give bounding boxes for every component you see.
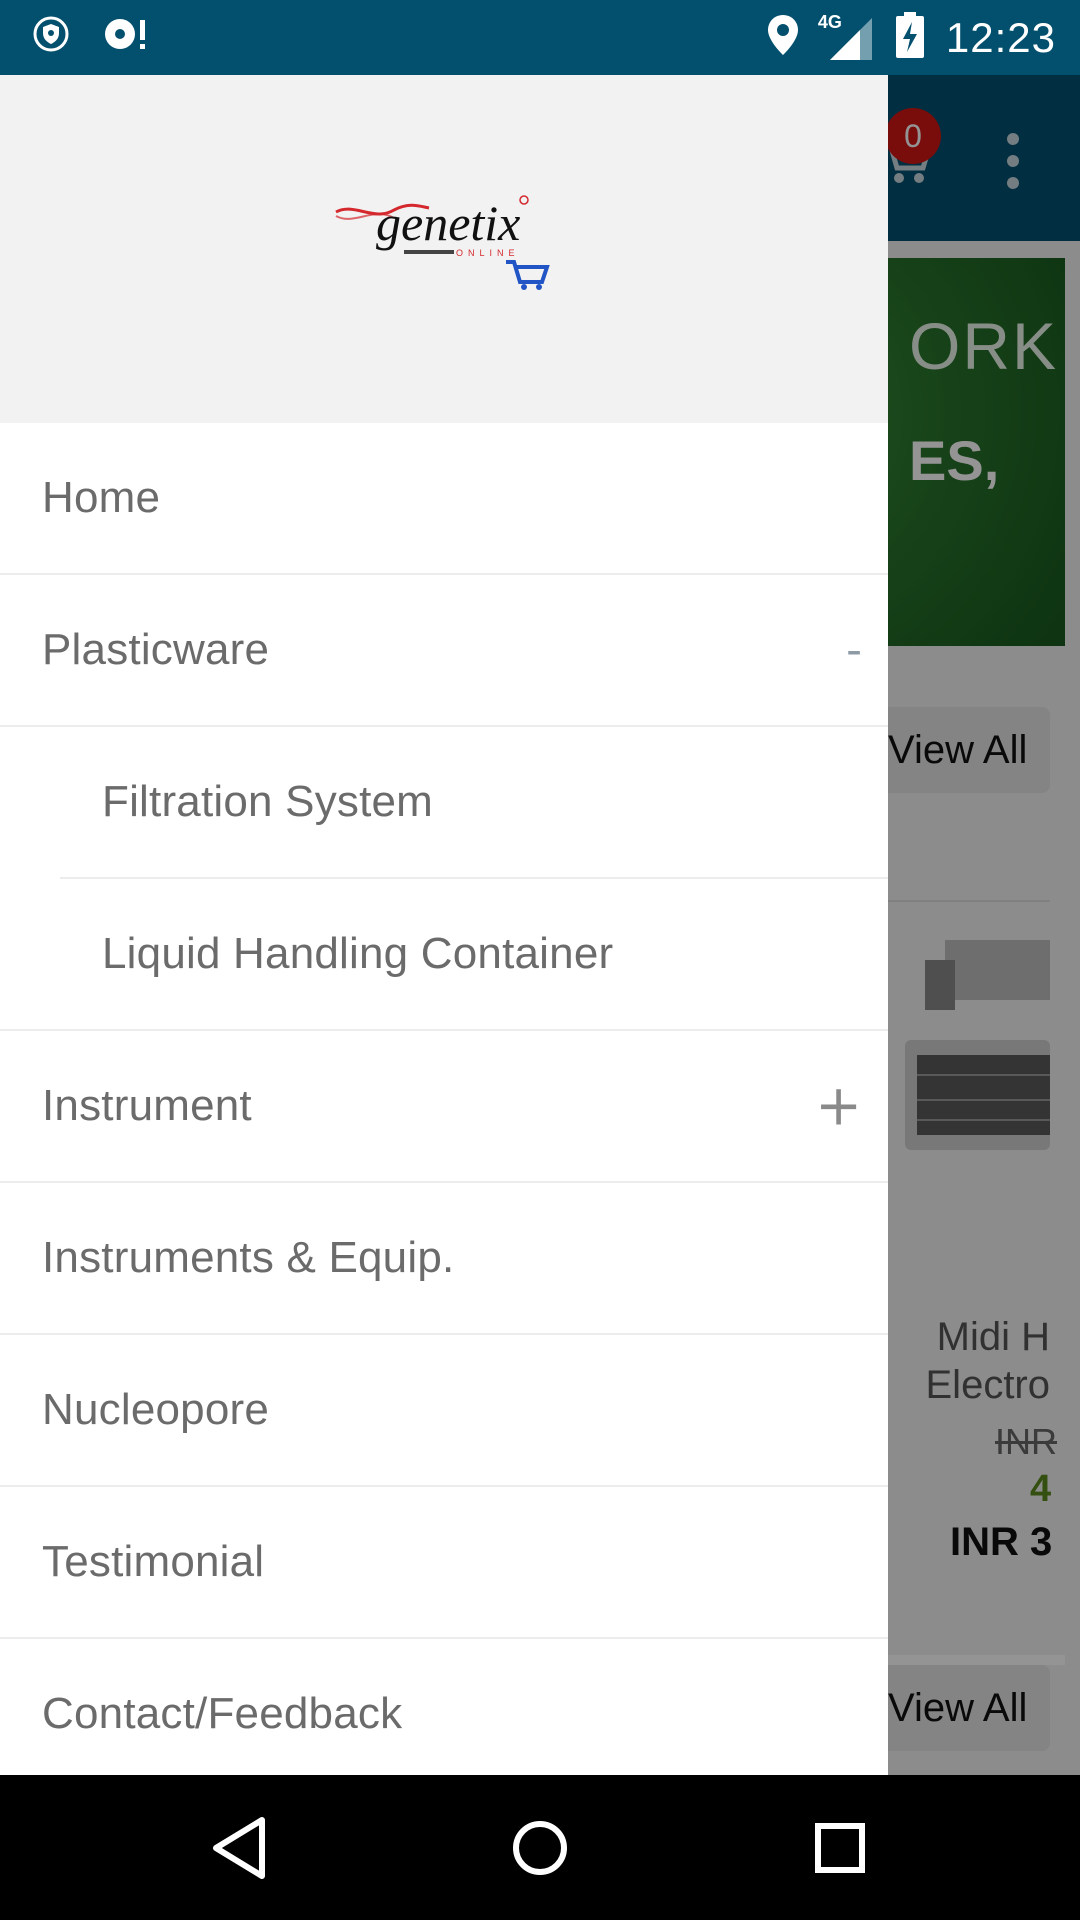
signal-icon: 4G [818, 12, 874, 62]
genetix-logo: genetix ONLINE [334, 192, 556, 292]
system-nav-bar [0, 1775, 1080, 1920]
svg-text:ONLINE: ONLINE [456, 248, 520, 258]
menu-item-instruments-equip[interactable]: Instruments & Equip. [0, 1183, 888, 1335]
menu-item-instrument[interactable]: Instrument + [0, 1031, 888, 1183]
menu-item-testimonial[interactable]: Testimonial [0, 1487, 888, 1639]
menu-item-label: Testimonial [42, 1537, 265, 1586]
status-bar: 4G 12:23 [0, 0, 1080, 75]
menu-item-label: Home [42, 473, 161, 522]
drawer-header: genetix ONLINE [0, 75, 888, 423]
location-icon [766, 13, 800, 62]
menu-item-label: Instrument [42, 1081, 252, 1130]
menu-item-nucleopore[interactable]: Nucleopore [0, 1335, 888, 1487]
menu-item-label: Liquid Handling Container [102, 929, 614, 978]
menu-item-label: Nucleopore [42, 1385, 270, 1434]
menu-item-plasticware[interactable]: Plasticware - [0, 575, 888, 727]
menu-item-contact-feedback[interactable]: Contact/Feedback [0, 1639, 888, 1775]
collapse-icon[interactable]: - [846, 625, 862, 676]
menu-item-filtration-system[interactable]: Filtration System [60, 727, 888, 879]
menu-item-label: Contact/Feedback [42, 1689, 403, 1738]
home-icon[interactable] [495, 1803, 585, 1893]
menu-item-home[interactable]: Home [0, 423, 888, 575]
recents-icon[interactable] [795, 1803, 885, 1893]
navigation-drawer: genetix ONLINE Home Plasticware - Filtra… [0, 75, 888, 1775]
expand-icon[interactable]: + [815, 1074, 862, 1139]
sync-alert-icon [102, 14, 150, 59]
back-icon[interactable] [195, 1803, 285, 1893]
battery-charging-icon [895, 12, 924, 63]
menu-item-liquid-handling-container[interactable]: Liquid Handling Container [0, 879, 888, 1031]
svg-text:genetix: genetix [376, 195, 520, 251]
clock: 12:23 [945, 13, 1056, 61]
menu-item-label: Filtration System [102, 777, 434, 826]
menu-item-label: Instruments & Equip. [42, 1233, 455, 1282]
vpn-shield-icon [32, 15, 70, 58]
drawer-menu: Home Plasticware - Filtration System Liq… [0, 423, 888, 1775]
menu-item-label: Plasticware [42, 625, 270, 674]
